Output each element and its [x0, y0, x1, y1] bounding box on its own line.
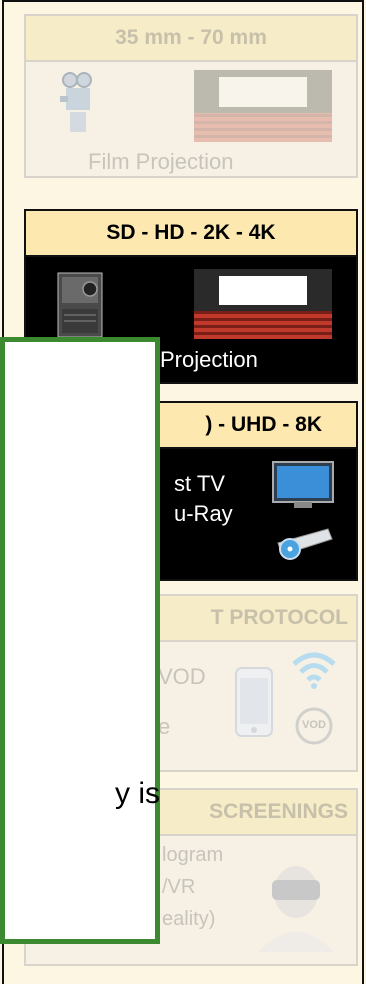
overlay-popup[interactable]: y is — [0, 337, 160, 944]
broadcast-line-tv: st TV — [174, 471, 225, 496]
vr-headset-person-icon — [252, 856, 340, 952]
overlay-text: y is — [115, 777, 160, 810]
screenings-line-reality: eality) — [162, 908, 216, 930]
broadcast-line-bluray: u-Ray — [174, 501, 233, 526]
smartphone-icon — [234, 666, 274, 738]
film-projector-icon — [56, 72, 98, 136]
digital-header: SD - HD - 2K - 4K — [26, 211, 356, 257]
digital-label: Projection — [160, 347, 258, 372]
vod-badge-icon: VOD — [294, 706, 334, 746]
film-panel[interactable]: 35 mm - 70 mm Film Projection — [24, 14, 358, 178]
film-label: Film Projection — [88, 149, 234, 174]
bluray-player-icon — [272, 521, 334, 561]
vod-badge-label: VOD — [302, 719, 326, 731]
screenings-line-vr: /VR — [162, 876, 196, 898]
format-sidebar: 35 mm - 70 mm Film Projection SD - HD - … — [0, 0, 364, 984]
protocol-line-vod: VOD — [158, 664, 206, 689]
film-header: 35 mm - 70 mm — [26, 16, 356, 62]
tv-icon — [272, 461, 334, 509]
cinema-screen-icon — [194, 269, 332, 339]
cinema-screen-icon — [194, 70, 332, 142]
digital-projector-icon — [56, 271, 104, 339]
screenings-line-hologram: logram — [162, 844, 224, 866]
wifi-icon — [290, 650, 338, 690]
